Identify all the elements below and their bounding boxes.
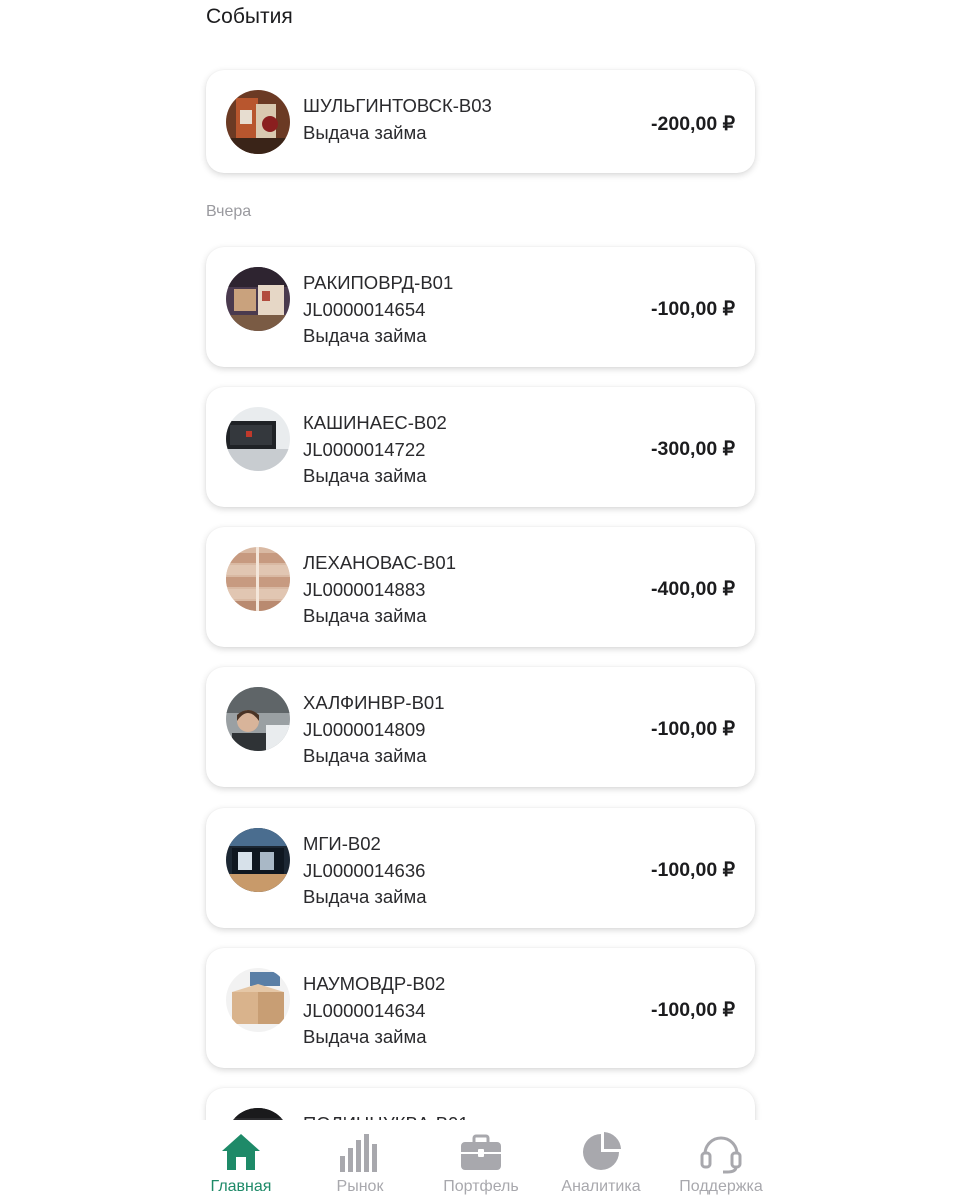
event-name: МГИ-В02 [303,833,381,854]
event-id: JL0000014634 [303,999,426,1021]
event-amount: -300,00 ₽ [651,438,735,460]
event-details: ХАЛФИНВР-В01 JL0000014809 Выдача займа [303,690,445,770]
event-amount: -100,00 ₽ [651,859,735,881]
event-type: Выдача займа [303,886,427,907]
event-amount: -100,00 ₽ [651,999,735,1021]
event-name: КАШИНАЕС-В02 [303,412,447,433]
briefcase-icon [459,1130,503,1174]
event-card[interactable]: ШУЛЬГИНТОВСК-В03 Выдача займа -200,00 ₽ [206,70,755,173]
event-type: Выдача займа [303,745,427,766]
bar-chart-icon [338,1130,382,1174]
event-card[interactable]: МГИ-В02 JL0000014636 Выдача займа -100,0… [206,808,755,928]
event-amount: -400,00 ₽ [651,578,735,600]
event-id: JL0000014722 [303,438,426,460]
event-details: РАКИПОВРД-В01 JL0000014654 Выдача займа [303,270,453,350]
section-label-yesterday: Вчера [206,203,252,220]
home-icon [219,1130,263,1174]
laptop-photo-icon [226,407,290,471]
tab-label: Главная [210,1178,272,1195]
headset-icon [699,1130,743,1174]
event-id: JL0000014636 [303,859,426,881]
event-name: ЛЕХАНОВАС-В01 [303,552,457,573]
event-details: МГИ-В02 JL0000014636 Выдача займа [303,831,427,911]
tab-label: Портфель [443,1178,519,1195]
event-name: ХАЛФИНВР-В01 [303,692,445,713]
event-amount: -200,00 ₽ [651,113,735,135]
bottom-tab-bar: Главная Рынок Портфель Аналитика Поддерж… [0,1120,961,1200]
pie-chart-icon [579,1130,623,1174]
event-details: ЛЕХАНОВАС-В01 JL0000014883 Выдача займа [303,550,456,630]
event-name: НАУМОВДР-В02 [303,973,446,994]
tab-support[interactable]: Поддержка [656,1120,786,1200]
tab-label: Поддержка [679,1178,763,1195]
tab-portfolio[interactable]: Портфель [416,1120,546,1200]
page-title: События [206,5,293,28]
tab-label: Рынок [336,1178,384,1195]
event-details: КАШИНАЕС-В02 JL0000014722 Выдача займа [303,410,447,490]
event-amount: -100,00 ₽ [651,718,735,740]
event-card[interactable]: РАКИПОВРД-В01 JL0000014654 Выдача займа … [206,247,755,367]
event-type: Выдача займа [303,121,427,143]
event-type: Выдача займа [303,465,427,486]
boxes-photo-icon [226,547,290,611]
warehouse-photo-icon [226,90,290,154]
event-type: Выдача займа [303,605,427,626]
tab-home[interactable]: Главная [176,1120,306,1200]
tab-analytics[interactable]: Аналитика [536,1120,666,1200]
storefront-photo-icon [226,828,290,892]
event-details: НАУМОВДР-В02 JL0000014634 Выдача займа [303,971,445,1051]
tab-label: Аналитика [561,1178,641,1195]
event-name: ШУЛЬГИНТОВСК-В03 [303,95,492,116]
event-amount: -100,00 ₽ [651,298,735,320]
event-id: JL0000014809 [303,718,426,740]
event-id: JL0000014654 [303,298,426,320]
event-type: Выдача займа [303,1026,427,1047]
event-id: JL0000014883 [303,578,426,600]
event-card[interactable]: ХАЛФИНВР-В01 JL0000014809 Выдача займа -… [206,667,755,787]
event-type: Выдача займа [303,325,427,346]
person-photo-icon [226,687,290,751]
shop-photo-icon [226,267,290,331]
event-name: РАКИПОВРД-В01 [303,272,454,293]
event-details: ШУЛЬГИНТОВСК-В03 Выдача займа [303,93,492,146]
event-card[interactable]: НАУМОВДР-В02 JL0000014634 Выдача займа -… [206,948,755,1068]
event-card[interactable]: ЛЕХАНОВАС-В01 JL0000014883 Выдача займа … [206,527,755,647]
events-screen: События ШУЛЬГИНТОВСК-В03 Выдача займа -2… [0,0,961,1200]
tab-market[interactable]: Рынок [295,1120,425,1200]
event-card[interactable]: КАШИНАЕС-В02 JL0000014722 Выдача займа -… [206,387,755,507]
cardboard-box-photo-icon [226,968,290,1032]
